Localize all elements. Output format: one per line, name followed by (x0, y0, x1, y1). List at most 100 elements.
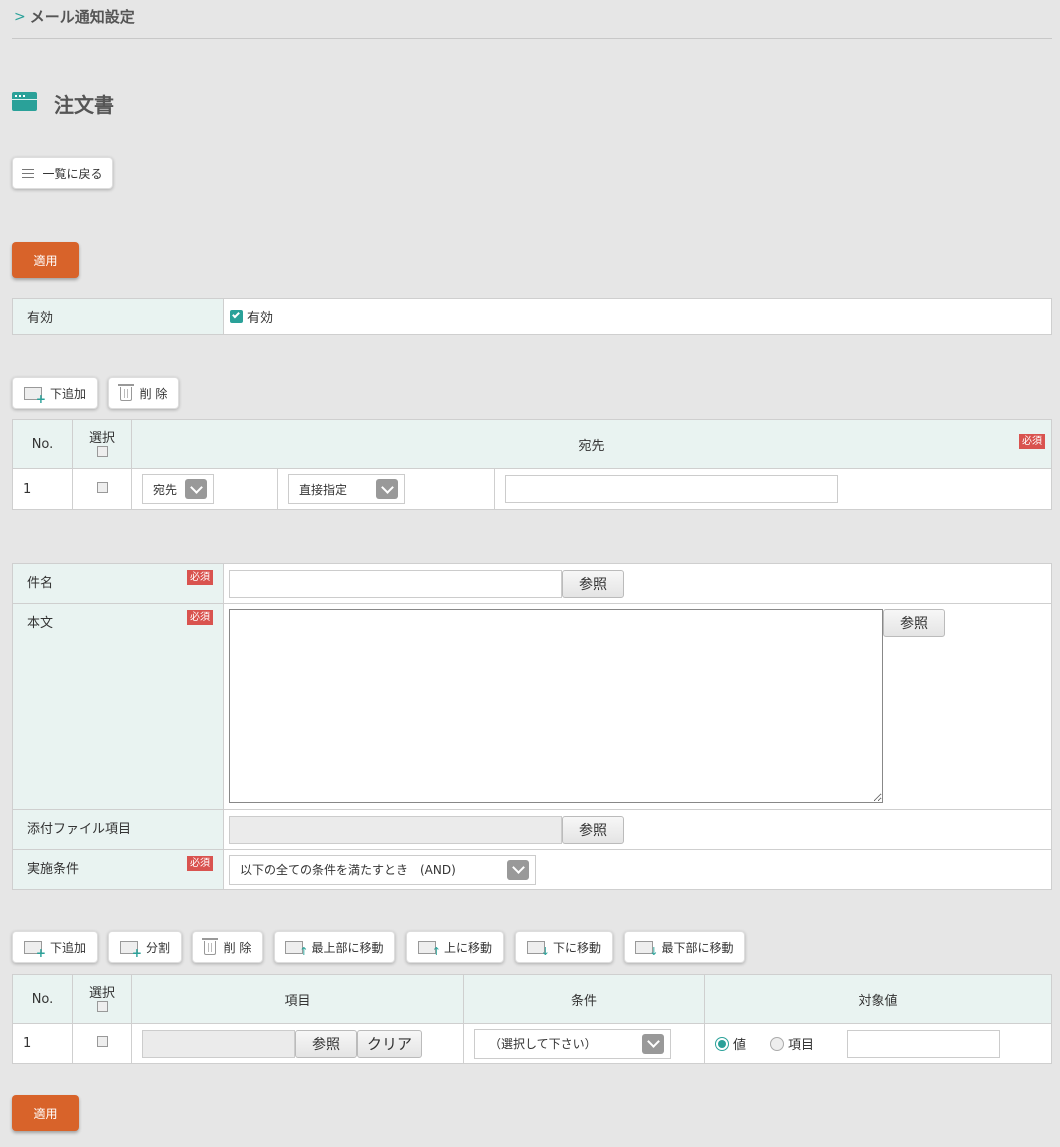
trash-icon (117, 384, 134, 401)
attachment-label-cell: 添付ファイル項目 (12, 809, 224, 850)
subject-label-cell: 件名 必須 (12, 563, 224, 604)
select-all-checkbox[interactable] (96, 1001, 108, 1012)
row-no: 1 (12, 468, 73, 510)
radio-value[interactable] (715, 1036, 729, 1051)
table-row: 1 宛先 直接指定 (12, 468, 1052, 510)
row-checkbox[interactable] (96, 1036, 108, 1047)
back-to-list-label: 一覧に戻る (42, 166, 103, 181)
recipient-delete-button[interactable]: 削 除 (108, 377, 179, 409)
row-select-cell (72, 1023, 132, 1064)
cond-move-top-button[interactable]: ↑ 最上部に移動 (274, 931, 395, 963)
recipient-address-input[interactable] (505, 475, 838, 503)
row-checkbox[interactable] (96, 481, 108, 493)
condition-label: 実施条件 (27, 862, 80, 877)
recipient-add-below-button[interactable]: + 下追加 (12, 377, 98, 409)
body-textarea[interactable] (229, 609, 883, 803)
condition-select[interactable]: （選択して下さい） (474, 1028, 671, 1059)
mail-form-table: 件名 必須 参照 本文 必須 参照 添付ファイル項目 参照 実施条件 必須 以下… (12, 563, 1052, 890)
enabled-checkbox-wrap[interactable]: 有効 (230, 307, 1050, 326)
back-to-list-button[interactable]: 一覧に戻る (12, 157, 113, 189)
enabled-table: 有効 有効 (12, 298, 1052, 335)
add-row-icon: + (23, 940, 46, 959)
cond-move-down-button[interactable]: ↓ 下に移動 (515, 931, 613, 963)
cond-add-below-label: 下追加 (49, 940, 86, 955)
cond-delete-button[interactable]: 削 除 (192, 931, 263, 963)
row-item-cell: 参照 クリア (131, 1023, 464, 1064)
move-up-icon: ↑ (417, 940, 441, 957)
col-no: No. (12, 974, 73, 1024)
row-condition-cell: （選択して下さい） (463, 1023, 705, 1064)
row-select-cell (72, 468, 132, 510)
condition-select-value: （選択して下さい） (489, 1037, 597, 1051)
radio-item[interactable] (770, 1036, 785, 1051)
row-target-cell: 値 項目 (704, 1023, 1052, 1064)
row-no: 1 (12, 1023, 73, 1064)
cond-split-button[interactable]: + 分割 (108, 931, 182, 963)
cond-move-bottom-button[interactable]: ↓ 最下部に移動 (624, 931, 745, 963)
subject-label: 件名 (27, 576, 54, 591)
move-down-icon: ↓ (526, 940, 550, 957)
attachment-ref-button[interactable]: 参照 (562, 815, 624, 844)
required-badge: 必須 (187, 570, 213, 585)
required-badge: 必須 (1019, 434, 1045, 449)
body-ref-button[interactable]: 参照 (883, 609, 945, 637)
chevron-down-icon (376, 479, 398, 499)
enabled-checkbox[interactable] (230, 310, 243, 323)
move-top-icon: ↑ (285, 940, 308, 957)
col-item: 項目 (131, 974, 464, 1024)
attachment-input (229, 815, 562, 844)
chevron-right-icon: > (14, 8, 26, 25)
subject-input[interactable] (229, 569, 562, 598)
required-badge: 必須 (187, 610, 213, 625)
col-destination: 宛先 必須 (131, 419, 1052, 469)
radio-value-label: 値 (733, 1038, 747, 1053)
condition-cell: 以下の全ての条件を満たすとき (AND) (223, 849, 1052, 890)
body-label: 本文 (27, 616, 54, 631)
recipient-add-below-label: 下追加 (49, 386, 86, 401)
move-bottom-icon: ↓ (635, 940, 658, 957)
chevron-down-icon (507, 859, 529, 880)
table-row: 1 参照 クリア （選択して下さい） 値 項目 (12, 1023, 1052, 1064)
recipient-method-select[interactable]: 直接指定 (288, 474, 405, 504)
cond-move-down-label: 下に移動 (552, 940, 601, 955)
trash-icon (201, 938, 218, 955)
item-ref-button[interactable]: 参照 (295, 1029, 357, 1058)
cond-split-label: 分割 (145, 940, 170, 955)
add-row-icon: + (23, 386, 46, 405)
body-cell: 参照 (223, 603, 1052, 810)
attachment-cell: 参照 (223, 809, 1052, 850)
apply-button[interactable]: 適用 (12, 242, 79, 278)
chevron-down-icon (185, 479, 207, 499)
window-icon (12, 92, 37, 111)
recipient-delete-label: 削 除 (139, 386, 168, 401)
item-input (142, 1029, 295, 1058)
cond-add-below-button[interactable]: + 下追加 (12, 931, 98, 963)
conditions-table: No. 選択 項目 条件 対象値 1 参照 クリア （選択して下さい） 値 項目 (12, 974, 1052, 1064)
enabled-checkbox-label: 有効 (247, 311, 274, 326)
list-icon (22, 168, 35, 178)
recipient-type-select[interactable]: 宛先 (142, 474, 214, 504)
apply-button-bottom[interactable]: 適用 (12, 1095, 79, 1131)
col-no: No. (12, 419, 73, 469)
breadcrumb-label: メール通知設定 (29, 8, 135, 26)
condition-mode-select[interactable]: 以下の全ての条件を満たすとき (AND) (229, 854, 536, 885)
condition-label-cell: 実施条件 必須 (12, 849, 224, 890)
subject-cell: 参照 (223, 563, 1052, 604)
select-all-checkbox[interactable] (96, 446, 108, 457)
recipient-method-value: 直接指定 (299, 482, 348, 497)
radio-item-label: 項目 (788, 1038, 815, 1053)
cond-move-top-label: 最上部に移動 (311, 940, 384, 955)
enabled-cell: 有効 (223, 298, 1052, 335)
cond-delete-label: 削 除 (223, 940, 252, 955)
attachment-label: 添付ファイル項目 (27, 822, 132, 837)
cond-move-up-button[interactable]: ↑ 上に移動 (406, 931, 504, 963)
recipients-table: No. 選択 宛先 必須 1 宛先 直接指定 (12, 419, 1052, 510)
divider (12, 38, 1052, 39)
item-clear-button[interactable]: クリア (357, 1029, 422, 1058)
col-select: 選択 (72, 419, 132, 469)
row-destination-cell: 宛先 直接指定 (131, 468, 1052, 510)
col-destination-label: 宛先 (578, 438, 605, 454)
subject-ref-button[interactable]: 参照 (562, 569, 624, 598)
breadcrumb: > メール通知設定 (14, 6, 135, 27)
target-value-input[interactable] (847, 1029, 1001, 1058)
